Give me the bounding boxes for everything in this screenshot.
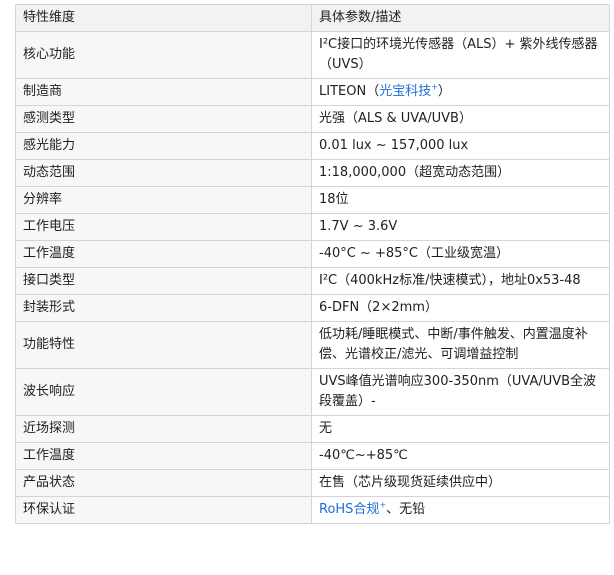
param-cell: 产品状态 <box>15 469 312 497</box>
value-text: 、无铅 <box>386 502 426 517</box>
param-cell: 感测类型 <box>15 105 312 133</box>
header-value: 具体参数/描述 <box>311 4 610 32</box>
param-cell: 工作温度 <box>15 240 312 268</box>
param-cell: 波长响应 <box>15 368 312 416</box>
value-cell: UVS峰值光谱响应300-350nm（UVA/UVB全波段覆盖）- <box>311 368 610 416</box>
table-row: 感光能力 0.01 lux ~ 157,000 lux <box>15 132 610 160</box>
table-row: 感测类型 光强（ALS & UVA/UVB） <box>15 105 610 133</box>
manufacturer-link[interactable]: 光宝科技+ <box>379 82 438 99</box>
table-row: 工作电压 1.7V ~ 3.6V <box>15 213 610 241</box>
value-cell: 低功耗/睡眠模式、中断/事件触发、内置温度补偿、光谱校正/滤光、可调增益控制 <box>311 321 610 369</box>
rohs-link[interactable]: RoHS合规+ <box>319 501 386 517</box>
table-row: 封装形式 6-DFN（2×2mm） <box>15 294 610 322</box>
table-header-row: 特性维度 具体参数/描述 <box>15 4 610 32</box>
param-cell: 制造商 <box>15 78 312 106</box>
table-row: 动态范围 1:18,000,000（超宽动态范围） <box>15 159 610 187</box>
param-cell: 近场探测 <box>15 415 312 443</box>
table-row: 近场探测 无 <box>15 415 610 443</box>
table-row: 产品状态 在售（芯片级现货延续供应中） <box>15 469 610 497</box>
value-cell: I²C接口的环境光传感器（ALS）+ 紫外线传感器（UVS） <box>311 31 610 79</box>
value-cell: -40℃~+85℃ <box>311 442 610 470</box>
table-row: 分辨率 18位 <box>15 186 610 214</box>
param-cell: 核心功能 <box>15 31 312 79</box>
table-row: 功能特性 低功耗/睡眠模式、中断/事件触发、内置温度补偿、光谱校正/滤光、可调增… <box>15 321 610 369</box>
param-cell: 接口类型 <box>15 267 312 295</box>
table-row: 环保认证 RoHS合规+、无铅 <box>15 496 610 524</box>
table-row: 制造商 LITEON（光宝科技+） <box>15 78 610 106</box>
header-param: 特性维度 <box>15 4 312 32</box>
param-cell: 动态范围 <box>15 159 312 187</box>
value-cell: 1.7V ~ 3.6V <box>311 213 610 241</box>
param-cell: 感光能力 <box>15 132 312 160</box>
param-cell: 工作温度 <box>15 442 312 470</box>
value-cell: -40°C ~ +85°C（工业级宽温） <box>311 240 610 268</box>
plus-icon: + <box>431 82 438 92</box>
value-text: LITEON（ <box>319 84 380 99</box>
param-cell: 分辨率 <box>15 186 312 214</box>
value-cell: LITEON（光宝科技+） <box>311 78 610 106</box>
spec-table: 特性维度 具体参数/描述 核心功能 I²C接口的环境光传感器（ALS）+ 紫外线… <box>15 4 610 524</box>
spec-table-container: 特性维度 具体参数/描述 核心功能 I²C接口的环境光传感器（ALS）+ 紫外线… <box>15 4 610 524</box>
value-cell: RoHS合规+、无铅 <box>311 496 610 524</box>
param-cell: 工作电压 <box>15 213 312 241</box>
param-cell: 功能特性 <box>15 321 312 369</box>
value-cell: 光强（ALS & UVA/UVB） <box>311 105 610 133</box>
value-text: ） <box>437 84 451 99</box>
table-row: 工作温度 -40℃~+85℃ <box>15 442 610 470</box>
table-row: 接口类型 I²C（400kHz标准/快速模式），地址0x53-48 <box>15 267 610 295</box>
table-row: 工作温度 -40°C ~ +85°C（工业级宽温） <box>15 240 610 268</box>
value-cell: I²C（400kHz标准/快速模式），地址0x53-48 <box>311 267 610 295</box>
value-cell: 18位 <box>311 186 610 214</box>
value-cell: 0.01 lux ~ 157,000 lux <box>311 132 610 160</box>
value-cell: 无 <box>311 415 610 443</box>
param-cell: 环保认证 <box>15 496 312 524</box>
value-cell: 在售（芯片级现货延续供应中） <box>311 469 610 497</box>
param-cell: 封装形式 <box>15 294 312 322</box>
table-row: 核心功能 I²C接口的环境光传感器（ALS）+ 紫外线传感器（UVS） <box>15 31 610 79</box>
value-cell: 1:18,000,000（超宽动态范围） <box>311 159 610 187</box>
value-cell: 6-DFN（2×2mm） <box>311 294 610 322</box>
table-row: 波长响应 UVS峰值光谱响应300-350nm（UVA/UVB全波段覆盖）- <box>15 368 610 416</box>
